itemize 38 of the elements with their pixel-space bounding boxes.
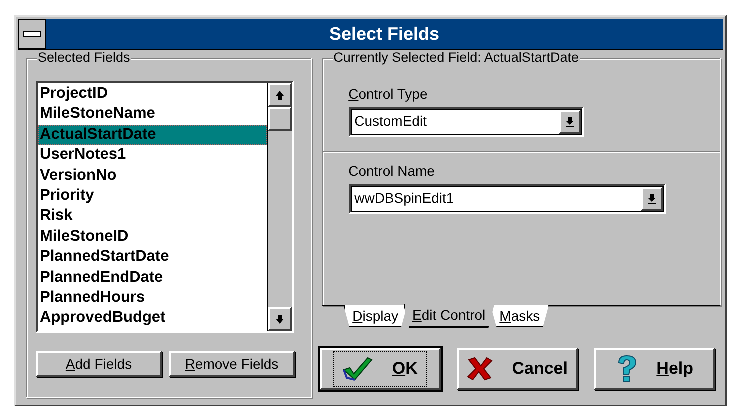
tab[interactable]: Masks (490, 305, 550, 327)
system-menu-button[interactable] (18, 19, 46, 49)
window-title: Select Fields (328, 23, 441, 46)
cross-icon (466, 356, 494, 382)
tab[interactable]: Display (344, 305, 408, 327)
list-item[interactable]: MileStoneID (38, 226, 267, 248)
list-item[interactable]: ProjectID (38, 84, 267, 104)
dialog-button[interactable]: OK (320, 348, 441, 390)
list-item[interactable]: Priority (38, 186, 267, 206)
tab[interactable]: Edit Control (404, 304, 495, 328)
dialog-button[interactable]: Cancel (456, 348, 578, 390)
dialog-button[interactable]: Help (594, 348, 715, 390)
list-item[interactable]: ApprovedBudget (38, 308, 267, 329)
list-item[interactable]: PlannedHours (38, 288, 267, 308)
scroll-down-button[interactable] (268, 307, 292, 331)
down-arrow-icon (275, 314, 285, 324)
dropdown-button[interactable] (558, 110, 581, 134)
field-button[interactable]: Remove Fields (169, 351, 295, 377)
dropdown-field[interactable]: wwDBSpinEdit1 (348, 184, 666, 214)
down-arrow-icon (646, 193, 657, 205)
dropdown-button[interactable] (640, 187, 663, 211)
field-label: Control Name (348, 162, 435, 180)
list-item[interactable]: ActualStartDate (38, 124, 267, 146)
list-item[interactable]: PlannedEndDate (38, 268, 267, 288)
scroll-up-button[interactable] (268, 83, 292, 107)
down-arrow-icon (564, 116, 575, 128)
dropdown-field[interactable]: CustomEdit (348, 107, 584, 137)
list-item[interactable]: Risk (38, 206, 267, 227)
group-label: Currently Selected Field: ActualStartDate (332, 50, 580, 66)
field-button[interactable]: Add Fields (36, 351, 162, 377)
list-item[interactable]: PlannedStartDate (38, 247, 267, 268)
scroll-thumb[interactable] (268, 107, 292, 131)
up-arrow-icon (275, 90, 285, 100)
list-item[interactable]: MileStoneName (38, 104, 267, 125)
field-label: Control Type (348, 85, 428, 103)
list-item[interactable]: VersionNo (38, 166, 267, 186)
check-icon (342, 356, 374, 382)
list-item[interactable]: UserNotes1 (38, 145, 267, 166)
